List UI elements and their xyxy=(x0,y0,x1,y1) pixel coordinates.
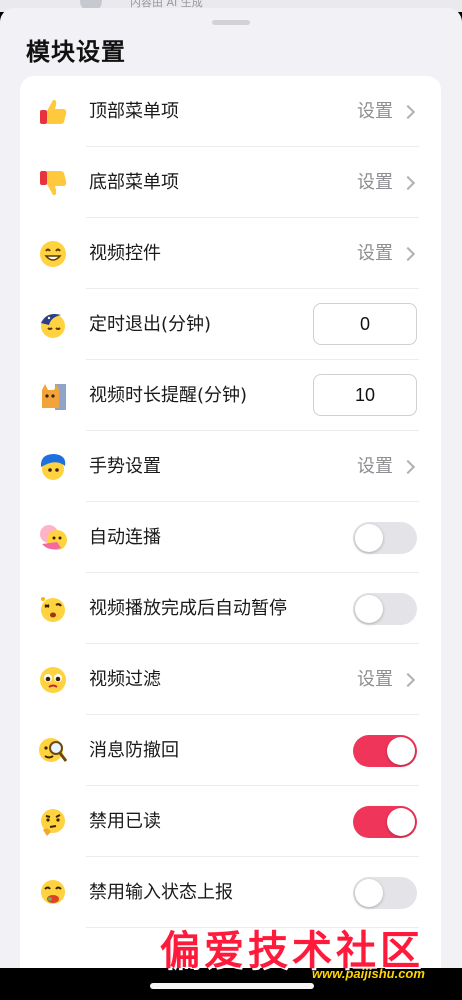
setting-label: 底部菜单项 xyxy=(89,172,179,193)
toggle-knob xyxy=(387,808,415,836)
setting-label: 消息防撤回 xyxy=(89,740,179,761)
setting-row-gestures[interactable]: 手势设置 设置 xyxy=(20,431,441,502)
thinking-face-icon xyxy=(37,806,69,838)
setting-label: 手势设置 xyxy=(89,456,161,477)
chevron-right-icon xyxy=(400,104,416,119)
setting-row-top-menu[interactable]: 顶部菜单项 设置 xyxy=(20,76,441,147)
thumbs-up-icon xyxy=(37,96,69,128)
setting-row-bottom-menu[interactable]: 底部菜单项 设置 xyxy=(20,147,441,218)
setting-row-autoplay: 自动连播 xyxy=(20,502,441,573)
setting-label: 视频播放完成后自动暂停 xyxy=(89,598,287,619)
setting-row-auto-pause: 视频播放完成后自动暂停 xyxy=(20,573,441,644)
moon-sleep-icon xyxy=(37,309,69,341)
settings-link[interactable]: 设置 xyxy=(357,76,416,147)
watermark-url: www.paijishu.com xyxy=(312,966,425,981)
eating-face-icon xyxy=(37,877,69,909)
setting-label: 视频控件 xyxy=(89,243,161,264)
toggle-knob xyxy=(355,879,383,907)
cat-peek-icon xyxy=(37,380,69,412)
dizzy-face-icon xyxy=(37,593,69,625)
home-indicator[interactable] xyxy=(150,983,314,989)
disable-typing-status-toggle[interactable] xyxy=(353,877,417,909)
settings-link[interactable]: 设置 xyxy=(357,218,416,289)
setting-label: 禁用已读 xyxy=(89,811,161,832)
chevron-right-icon xyxy=(400,459,416,474)
setting-row-disable-read: 禁用已读 xyxy=(20,786,441,857)
blue-hair-face-icon xyxy=(37,451,69,483)
settings-link[interactable]: 设置 xyxy=(357,431,416,502)
setting-label: 顶部菜单项 xyxy=(89,101,179,122)
settings-link-label: 设置 xyxy=(357,243,393,264)
setting-label: 视频时长提醒(分钟) xyxy=(89,385,248,406)
chevron-right-icon xyxy=(400,246,416,261)
sheet-drag-handle[interactable] xyxy=(212,20,250,25)
pleading-face-icon xyxy=(37,664,69,696)
magnifier-face-icon xyxy=(37,735,69,767)
hug-icon xyxy=(37,522,69,554)
page-title: 模块设置 xyxy=(26,38,126,66)
disable-read-toggle[interactable] xyxy=(353,806,417,838)
setting-row-anti-recall: 消息防撤回 xyxy=(20,715,441,786)
setting-label: 定时退出(分钟) xyxy=(89,314,212,335)
duration-reminder-minutes-input[interactable]: 10 xyxy=(313,374,417,416)
setting-row-video-controls[interactable]: 视频控件 设置 xyxy=(20,218,441,289)
settings-link[interactable]: 设置 xyxy=(357,644,416,715)
settings-link[interactable]: 设置 xyxy=(357,147,416,218)
settings-link-label: 设置 xyxy=(357,172,393,193)
settings-link-label: 设置 xyxy=(357,456,393,477)
grinning-face-icon xyxy=(37,238,69,270)
auto-pause-toggle[interactable] xyxy=(353,593,417,625)
setting-row-duration-reminder: 视频时长提醒(分钟) 10 xyxy=(20,360,441,431)
setting-label: 自动连播 xyxy=(89,527,161,548)
chevron-right-icon xyxy=(400,672,416,687)
toggle-knob xyxy=(355,595,383,623)
autoplay-toggle[interactable] xyxy=(353,522,417,554)
toggle-knob xyxy=(387,737,415,765)
settings-link-label: 设置 xyxy=(357,669,393,690)
setting-row-video-filter[interactable]: 视频过滤 设置 xyxy=(20,644,441,715)
thumbs-down-icon xyxy=(37,167,69,199)
timed-exit-minutes-input[interactable]: 0 xyxy=(313,303,417,345)
settings-list: 顶部菜单项 设置 底部菜单项 设置 视频控件 设置 定时退出(分钟) 0 视频时… xyxy=(20,76,441,1000)
module-settings-sheet: 模块设置 顶部菜单项 设置 底部菜单项 设置 视频控件 设置 定时退出(分钟) … xyxy=(0,8,462,1000)
chevron-right-icon xyxy=(400,175,416,190)
setting-row-timed-exit: 定时退出(分钟) 0 xyxy=(20,289,441,360)
anti-recall-toggle[interactable] xyxy=(353,735,417,767)
settings-link-label: 设置 xyxy=(357,101,393,122)
setting-label: 视频过滤 xyxy=(89,669,161,690)
toggle-knob xyxy=(355,524,383,552)
